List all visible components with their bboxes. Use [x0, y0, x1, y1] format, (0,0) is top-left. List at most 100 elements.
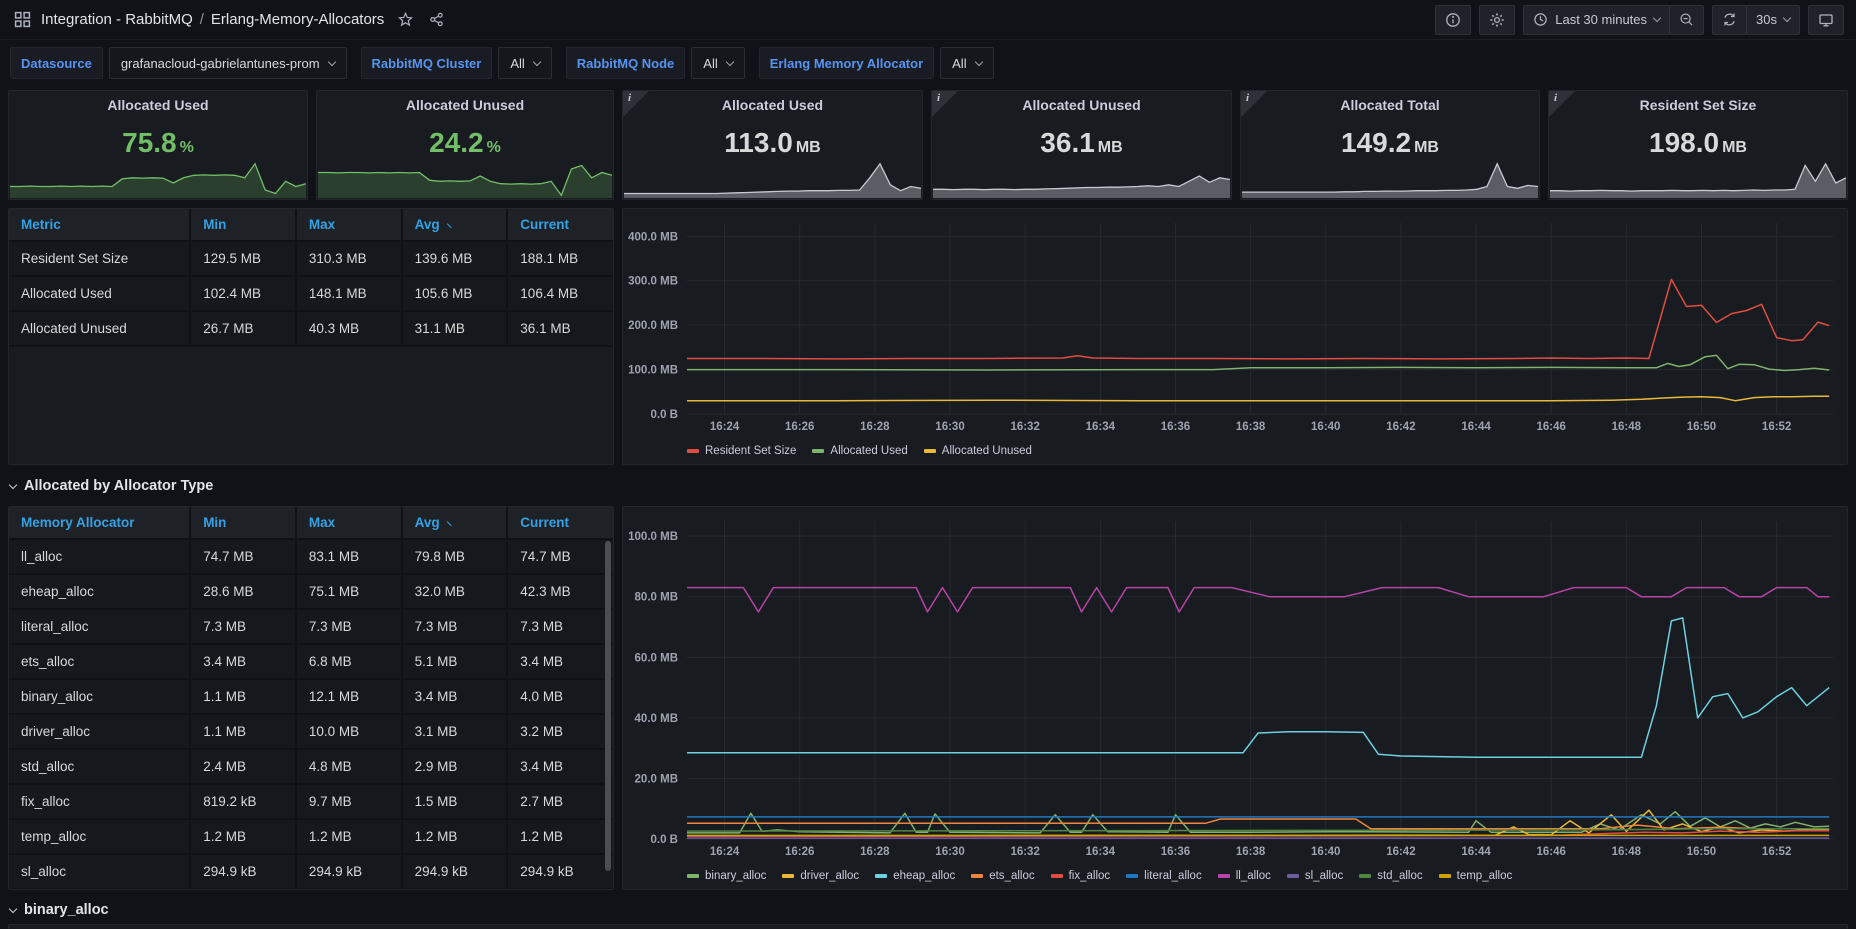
column-header[interactable]: Avg: [402, 209, 508, 241]
dashboard-settings-button[interactable]: [1479, 5, 1515, 35]
table-cell: 188.1 MB: [507, 241, 613, 276]
svg-text:16:40: 16:40: [1311, 421, 1340, 433]
info-circle-icon: [1445, 12, 1461, 28]
star-icon[interactable]: [398, 12, 413, 27]
timeseries-plot[interactable]: 0.0 B20.0 MB40.0 MB60.0 MB80.0 MB100.0 M…: [623, 507, 1847, 863]
column-header[interactable]: Max: [296, 507, 402, 539]
legend-item[interactable]: driver_alloc: [782, 870, 859, 882]
svg-text:16:38: 16:38: [1236, 421, 1266, 433]
top-nav: Integration - RabbitMQ / Erlang-Memory-A…: [0, 0, 1856, 40]
timeseries-plot[interactable]: 0.0 B100.0 MB200.0 MB300.0 MB400.0 MB16:…: [623, 209, 1847, 438]
row-header-allocated-by-allocator-type[interactable]: Allocated by Allocator Type: [10, 478, 213, 494]
column-header[interactable]: Min: [190, 209, 296, 241]
svg-text:16:34: 16:34: [1086, 846, 1116, 858]
table-cell: literal_alloc: [9, 609, 190, 644]
svg-text:0.0 B: 0.0 B: [651, 834, 679, 846]
legend-item[interactable]: sl_alloc: [1287, 870, 1343, 882]
table-cell: 74.7 MB: [507, 539, 613, 574]
breadcrumb-dashboard[interactable]: Integration - RabbitMQ: [41, 11, 193, 28]
rabbitmq-node-label: RabbitMQ Node: [566, 47, 686, 79]
panel-title[interactable]: Allocated Total: [1340, 97, 1439, 113]
legend-item[interactable]: Allocated Used: [812, 445, 907, 457]
table-cell: 2.7 MB: [507, 784, 613, 819]
refresh-button[interactable]: [1712, 5, 1747, 35]
table-cell: driver_alloc: [9, 714, 190, 749]
panel-info-corner-icon[interactable]: i: [1549, 91, 1575, 117]
legend-item[interactable]: temp_alloc: [1439, 870, 1513, 882]
allocator-table-panel: Memory AllocatorMinMaxAvgCurrentll_alloc…: [8, 506, 614, 890]
column-header[interactable]: Memory Allocator: [9, 507, 190, 539]
column-header[interactable]: Avg: [402, 507, 508, 539]
legend-item[interactable]: eheap_alloc: [875, 870, 955, 882]
table-row: literal_alloc7.3 MB7.3 MB7.3 MB7.3 MB: [9, 609, 613, 644]
legend-label: ets_alloc: [989, 870, 1034, 882]
memory-overview-chart-panel: 0.0 B100.0 MB200.0 MB300.0 MB400.0 MB16:…: [622, 208, 1848, 465]
stat-value: 24.2%: [429, 129, 501, 157]
table-row: Allocated Used102.4 MB148.1 MB105.6 MB10…: [9, 276, 613, 311]
panel-info-corner-icon[interactable]: i: [1241, 91, 1267, 117]
time-zoom-out-button[interactable]: [1669, 5, 1704, 35]
legend-swatch: [1051, 874, 1063, 878]
rabbitmq-cluster-picker[interactable]: All: [498, 47, 551, 79]
table-cell: 75.1 MB: [296, 574, 402, 609]
breadcrumb-separator: /: [200, 11, 204, 28]
rabbitmq-node-picker[interactable]: All: [691, 47, 744, 79]
svg-text:300.0 MB: 300.0 MB: [628, 276, 678, 288]
svg-text:200.0 MB: 200.0 MB: [628, 320, 678, 332]
chevron-down-icon: [974, 57, 982, 65]
table-row: Allocated Unused26.7 MB40.3 MB31.1 MB36.…: [9, 311, 613, 346]
legend-label: temp_alloc: [1457, 870, 1513, 882]
table-cell: 139.6 MB: [402, 241, 508, 276]
legend-item[interactable]: Allocated Unused: [924, 445, 1032, 457]
legend-label: std_alloc: [1377, 870, 1422, 882]
svg-text:16:26: 16:26: [785, 421, 814, 433]
legend-item[interactable]: binary_alloc: [687, 870, 766, 882]
panel-title[interactable]: Allocated Unused: [1022, 97, 1140, 113]
column-header[interactable]: Current: [507, 209, 613, 241]
table-scrollbar[interactable]: [605, 541, 611, 871]
column-header[interactable]: Max: [296, 209, 402, 241]
table-cell: 4.8 MB: [296, 749, 402, 784]
panel-title[interactable]: Allocated Used: [722, 97, 823, 113]
svg-text:100.0 MB: 100.0 MB: [628, 365, 678, 377]
share-icon[interactable]: [429, 12, 444, 27]
refresh-interval-picker[interactable]: 30s: [1746, 5, 1800, 35]
row-header-binary-alloc[interactable]: binary_alloc: [10, 902, 109, 918]
legend-label: binary_alloc: [705, 870, 766, 882]
table-cell: 3.2 MB: [507, 714, 613, 749]
refresh-icon: [1722, 12, 1737, 27]
apps-menu-icon[interactable]: [14, 11, 31, 28]
legend-item[interactable]: Resident Set Size: [687, 445, 796, 457]
column-header[interactable]: Metric: [9, 209, 190, 241]
legend-item[interactable]: fix_alloc: [1051, 870, 1111, 882]
erlang-memory-allocator-picker[interactable]: All: [940, 47, 993, 79]
datasource-picker[interactable]: grafanacloud-gabrielantunes-prom: [109, 47, 347, 79]
legend-label: Allocated Unused: [942, 445, 1032, 457]
svg-text:16:36: 16:36: [1161, 421, 1190, 433]
table-cell: 12.1 MB: [296, 679, 402, 714]
svg-text:16:34: 16:34: [1086, 421, 1116, 433]
panel-title[interactable]: Allocated Unused: [406, 97, 524, 113]
svg-text:16:44: 16:44: [1461, 846, 1491, 858]
column-header[interactable]: Current: [507, 507, 613, 539]
table-cell: std_alloc: [9, 749, 190, 784]
panel-title[interactable]: Resident Set Size: [1640, 97, 1757, 113]
legend-item[interactable]: ll_alloc: [1218, 870, 1271, 882]
svg-text:16:24: 16:24: [710, 421, 740, 433]
panel-info-corner-icon[interactable]: i: [623, 91, 649, 117]
legend-item[interactable]: std_alloc: [1359, 870, 1422, 882]
time-range-picker[interactable]: Last 30 minutes: [1523, 5, 1670, 35]
legend-item[interactable]: literal_alloc: [1126, 870, 1202, 882]
legend-swatch: [1287, 874, 1299, 878]
column-header[interactable]: Min: [190, 507, 296, 539]
panel-title[interactable]: Allocated Used: [107, 97, 208, 113]
dashboard-insights-button[interactable]: [1435, 5, 1471, 35]
legend-label: eheap_alloc: [893, 870, 955, 882]
legend-item[interactable]: ets_alloc: [971, 870, 1034, 882]
cycle-view-mode-button[interactable]: [1808, 5, 1844, 35]
table-row: temp_alloc1.2 MB1.2 MB1.2 MB1.2 MB: [9, 819, 613, 854]
svg-text:16:26: 16:26: [785, 846, 814, 858]
legend-swatch: [1439, 874, 1451, 878]
panel-info-corner-icon[interactable]: i: [932, 91, 958, 117]
breadcrumb-page[interactable]: Erlang-Memory-Allocators: [211, 11, 384, 28]
